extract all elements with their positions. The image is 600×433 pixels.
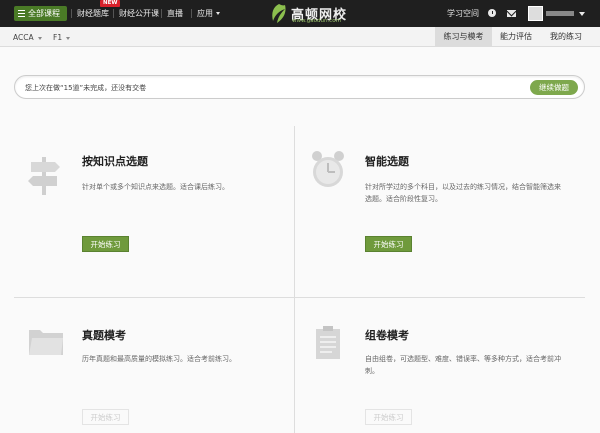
card-title-past-exam: 真题模考 [82, 329, 126, 342]
site-logo[interactable]: 高顿网校 www.gaodun.com [269, 3, 369, 25]
new-badge: NEW [100, 0, 121, 7]
card-desc-past-exam: 历年真题和最高质量的模拟练习。适合考前练习。 [82, 355, 236, 363]
nav-item-live[interactable]: 直播 [167, 8, 183, 19]
unfinished-notice: 您上次在做“15道”未完成，还没有交卷 继续做题 [14, 75, 585, 99]
card-desc-compose-exam: 自由组卷，可选题型、难度、错误率、等多种方式，适合考前冲刺。 [365, 355, 561, 375]
tab-my-practice[interactable]: 我的练习 [540, 27, 592, 47]
card-title-smart-select: 智能选题 [365, 155, 409, 168]
username-redacted[interactable] [546, 11, 574, 16]
tab-ability-assessment[interactable]: 能力评估 [492, 27, 540, 47]
level-selector[interactable]: F1 [53, 33, 71, 42]
card-title-by-knowledge: 按知识点选题 [82, 155, 148, 168]
top-nav-bar: 全部课程 NEW 财经题库 财经公开课 直播 应用 高顿网校 www.gaodu… [0, 0, 600, 27]
logo-leaf-icon [272, 4, 286, 23]
avatar[interactable] [528, 6, 543, 21]
document-list-icon [316, 326, 340, 359]
start-practice-button[interactable]: 开始练习 [82, 236, 129, 252]
card-title-compose-exam: 组卷模考 [365, 329, 409, 342]
nav-item-question-bank[interactable]: 财经题库 [77, 8, 109, 19]
nav-item-open-class[interactable]: 财经公开课 [119, 8, 159, 19]
subject-selector[interactable]: ACCA [13, 33, 42, 42]
chevron-down-icon [66, 36, 71, 40]
study-space-link[interactable]: 学习空间 [447, 8, 479, 19]
unfinished-notice-text: 您上次在做“15道”未完成，还没有交卷 [25, 84, 147, 92]
nav-divider [191, 9, 192, 18]
mail-icon[interactable] [507, 10, 516, 17]
clock-icon[interactable] [488, 9, 496, 17]
card-desc-by-knowledge: 针对单个或多个知识点来选题。适合课后练习。 [82, 183, 229, 191]
signpost-icon [28, 157, 60, 195]
folder-icon [29, 330, 63, 355]
nav-divider [161, 9, 162, 18]
all-courses-label: 全部课程 [28, 9, 60, 18]
grid-divider-vertical [294, 126, 295, 433]
start-practice-button[interactable]: 开始练习 [365, 236, 412, 252]
tab-practice-and-mock[interactable]: 练习与模考 [435, 27, 492, 47]
grid-divider-horizontal [14, 297, 585, 298]
nav-item-apps[interactable]: 应用 [197, 8, 220, 19]
start-practice-button[interactable]: 开始练习 [82, 409, 129, 425]
subject-selector-label: ACCA [13, 33, 34, 42]
nav-divider [71, 9, 72, 18]
all-courses-button[interactable]: 全部课程 [14, 6, 67, 21]
chevron-down-icon[interactable] [579, 12, 585, 16]
chevron-down-icon [37, 36, 42, 40]
alarm-clock-icon [312, 151, 344, 187]
card-desc-smart-select: 针对所学过的多个科目，以及过去的练习情况，结合智能筛选来选题。适合阶段性复习。 [365, 183, 561, 203]
nav-divider [113, 9, 114, 18]
logo-url: www.gaodun.com [292, 18, 341, 24]
sub-nav-bar: ACCA F1 练习与模考 能力评估 我的练习 [0, 27, 600, 47]
chevron-down-icon [215, 12, 220, 15]
start-practice-button[interactable]: 开始练习 [365, 409, 412, 425]
nav-apps-label: 应用 [197, 9, 213, 18]
level-selector-label: F1 [53, 33, 63, 42]
menu-icon [18, 10, 25, 17]
continue-button[interactable]: 继续做题 [530, 80, 578, 95]
